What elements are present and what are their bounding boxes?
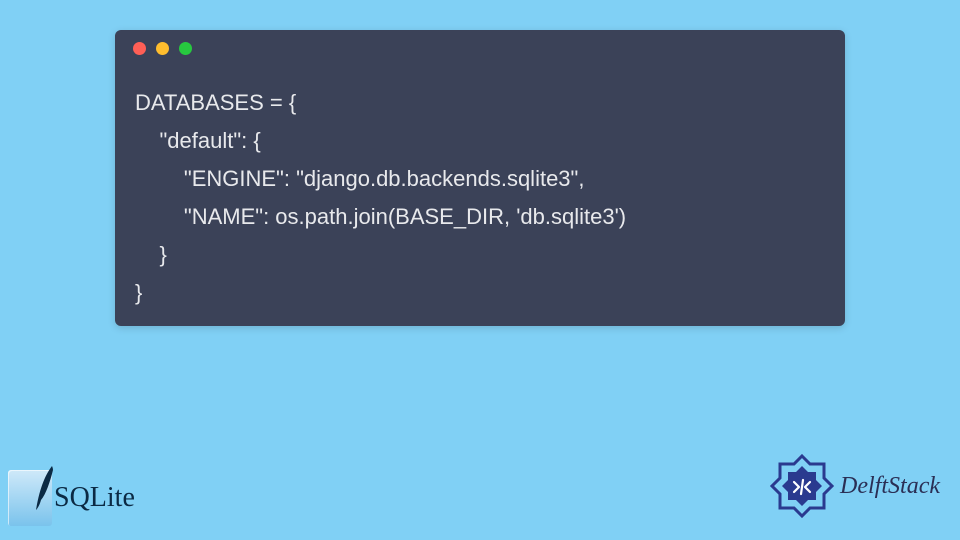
code-window: DATABASES = { "default": { "ENGINE": "dj… (115, 30, 845, 326)
window-titlebar (115, 30, 845, 66)
window-close-dot[interactable] (133, 42, 146, 55)
code-line: "default": { (135, 122, 825, 160)
window-maximize-dot[interactable] (179, 42, 192, 55)
code-body: DATABASES = { "default": { "ENGINE": "dj… (115, 66, 845, 312)
code-line: DATABASES = { (135, 84, 825, 122)
code-line: } (135, 274, 825, 312)
sqlite-logo-text: SQLite (54, 482, 135, 514)
feather-icon (28, 464, 58, 514)
delftstack-logo: DelftStack (770, 454, 940, 518)
sqlite-logo: SQLite (8, 470, 135, 526)
delftstack-logo-text: DelftStack (840, 473, 940, 500)
code-line: } (135, 236, 825, 274)
window-minimize-dot[interactable] (156, 42, 169, 55)
code-line: "NAME": os.path.join(BASE_DIR, 'db.sqlit… (135, 198, 825, 236)
delftstack-badge-icon (770, 454, 834, 518)
sqlite-box-icon (8, 470, 52, 526)
code-line: "ENGINE": "django.db.backends.sqlite3", (135, 160, 825, 198)
